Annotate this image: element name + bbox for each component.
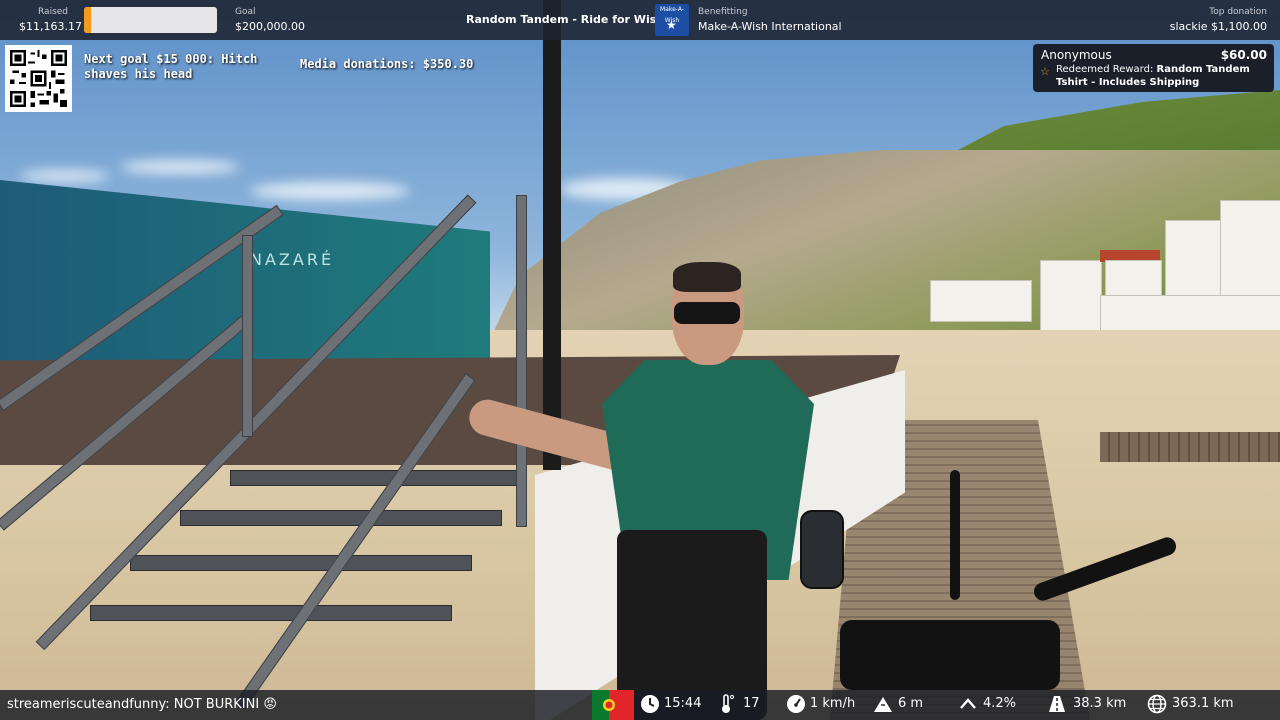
portugal-flag-icon	[592, 690, 634, 720]
boardwalk	[1100, 432, 1280, 462]
hair	[673, 262, 741, 292]
stair-step	[90, 605, 452, 621]
stair-step	[130, 555, 472, 571]
progress-fill	[84, 7, 92, 33]
mountain-icon	[874, 697, 892, 712]
qr-code-icon	[10, 50, 67, 107]
top-donation-label: Top donation	[1209, 7, 1267, 17]
distance-total-value: 363.1 km	[1172, 696, 1234, 711]
video-frame: NAZARÉ	[0, 0, 1280, 720]
reward-name: Random Tandem	[1156, 64, 1250, 75]
speedometer-icon	[787, 695, 805, 713]
pole	[543, 0, 561, 470]
clock-icon	[641, 695, 659, 713]
road-icon	[1049, 696, 1065, 712]
reward-prefix: Redeemed Reward:	[1056, 64, 1157, 75]
donation-amount: $60.00	[1220, 48, 1267, 62]
chevron-up-icon	[960, 698, 976, 709]
sunglasses	[674, 302, 740, 324]
donation-qr-code[interactable]	[5, 45, 72, 112]
cloud	[120, 160, 240, 174]
town	[900, 200, 1280, 342]
tandem-bike	[760, 470, 1180, 720]
donation-alert: Anonymous $60.00 ☆ Redeemed Reward: Rand…	[1033, 44, 1274, 92]
railing-post	[516, 195, 527, 527]
stair-step	[180, 510, 502, 526]
banner-text: NAZARÉ	[250, 250, 335, 269]
reward-line: Redeemed Reward: Random Tandem	[1056, 64, 1250, 75]
raised-value: $11,163.17	[19, 20, 82, 33]
chat-message: streameriscuteandfunny: NOT BURKINI 😡	[7, 697, 277, 712]
benefitting-label: Benefitting	[698, 7, 748, 17]
grade-value: 4.2%	[983, 696, 1017, 711]
goal-label: Goal	[235, 7, 256, 17]
speed-value: 1 km/h	[810, 696, 856, 711]
distance-today-value: 38.3 km	[1073, 696, 1127, 711]
stream-bottom-bar: streameriscuteandfunny: NOT BURKINI 😡 15…	[0, 690, 1280, 720]
raised-label: Raised	[38, 7, 69, 17]
goal-value: $200,000.00	[235, 20, 305, 33]
globe-icon	[1147, 694, 1167, 714]
thermometer-icon	[722, 694, 734, 713]
stair-step	[230, 470, 522, 486]
stream-top-bar: Raised $11,163.17 Goal $200,000.00 Rando…	[0, 0, 1280, 40]
altitude-value: 6 m	[898, 696, 924, 711]
donor-name: Anonymous	[1041, 48, 1112, 62]
stream-title: Random Tandem - Ride for Wishes	[466, 13, 679, 26]
cloud	[20, 170, 110, 182]
temperature-value: 17	[743, 696, 760, 711]
star-icon: ★	[666, 18, 677, 32]
next-goal-text: Next goal $15 000: Hitch shaves his head	[84, 52, 258, 81]
make-a-wish-logo: Make-A-Wish ★	[655, 4, 689, 36]
media-donations-text: Media donations: $350.30	[300, 57, 474, 71]
star-icon: ☆	[1040, 65, 1050, 78]
cloud	[250, 182, 410, 200]
benefitting-value: Make-A-Wish International	[698, 20, 842, 33]
fundraising-progress-bar	[84, 7, 217, 33]
top-donation-value: slackie $1,100.00	[1169, 20, 1267, 33]
reward-detail: Tshirt - Includes Shipping	[1056, 77, 1200, 88]
time-value: 15:44	[664, 696, 702, 711]
railing-post	[242, 235, 253, 437]
